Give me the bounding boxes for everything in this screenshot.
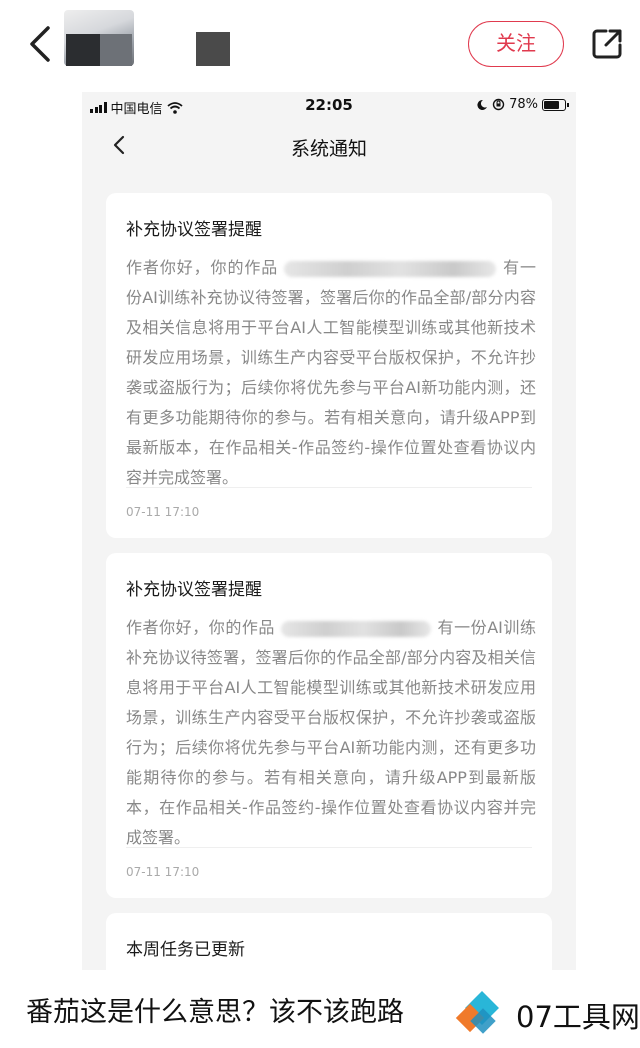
nav-bar: 系统通知 (82, 120, 576, 172)
embedded-screenshot: 中国电信 22:05 78% 系统通知 补充协议签署提醒 作者你好，你的作品 有… (82, 92, 576, 970)
watermark-text: 07工具网 (516, 1000, 640, 1034)
battery-icon (542, 98, 569, 111)
notification-title: 本周任务已更新 (126, 940, 245, 960)
redacted-work-title (284, 260, 497, 277)
back-chevron-icon[interactable] (26, 22, 56, 66)
status-bar: 中国电信 22:05 78% (82, 92, 576, 120)
notification-card[interactable]: 补充协议签署提醒 作者你好，你的作品 有一份AI训练补充协议待签署，签署后你的作品… (106, 193, 552, 538)
rotation-lock-icon (492, 98, 505, 111)
avatar[interactable] (64, 10, 134, 66)
divider (126, 847, 532, 848)
battery-percent: 78% (509, 97, 538, 112)
watermark: 07工具网 (452, 984, 640, 1042)
notification-card[interactable]: 补充协议签署提醒 作者你好，你的作品 有一份AI训练补充协议待签署，签署后你的作品… (106, 553, 552, 898)
notification-body: 作者你好，你的作品 有一份AI训练补充协议待签署，签署后你的作品全部/部分内容及相… (126, 258, 536, 487)
app-header: 关注 (0, 0, 640, 92)
author-name-redacted (196, 32, 230, 66)
share-icon[interactable] (590, 27, 624, 61)
follow-button[interactable]: 关注 (468, 21, 564, 67)
moon-icon (477, 99, 488, 110)
divider (126, 487, 532, 488)
notification-body: 作者你好，你的作品 有一份AI训练补充协议待签署，签署后你的作品全部/部分内容及相… (126, 618, 536, 847)
redacted-work-title (281, 620, 431, 637)
notification-time: 07-11 17:10 (126, 505, 200, 519)
notification-title: 补充协议签署提醒 (126, 580, 262, 600)
notification-title: 补充协议签署提醒 (126, 220, 262, 240)
notification-time: 07-11 17:10 (126, 865, 200, 879)
post-caption: 番茄这是什么意思？该不该跑路 (26, 997, 404, 1028)
page-title: 系统通知 (290, 138, 367, 160)
notification-card[interactable]: 本周任务已更新 (106, 913, 552, 970)
watermark-logo-icon (455, 991, 499, 1034)
